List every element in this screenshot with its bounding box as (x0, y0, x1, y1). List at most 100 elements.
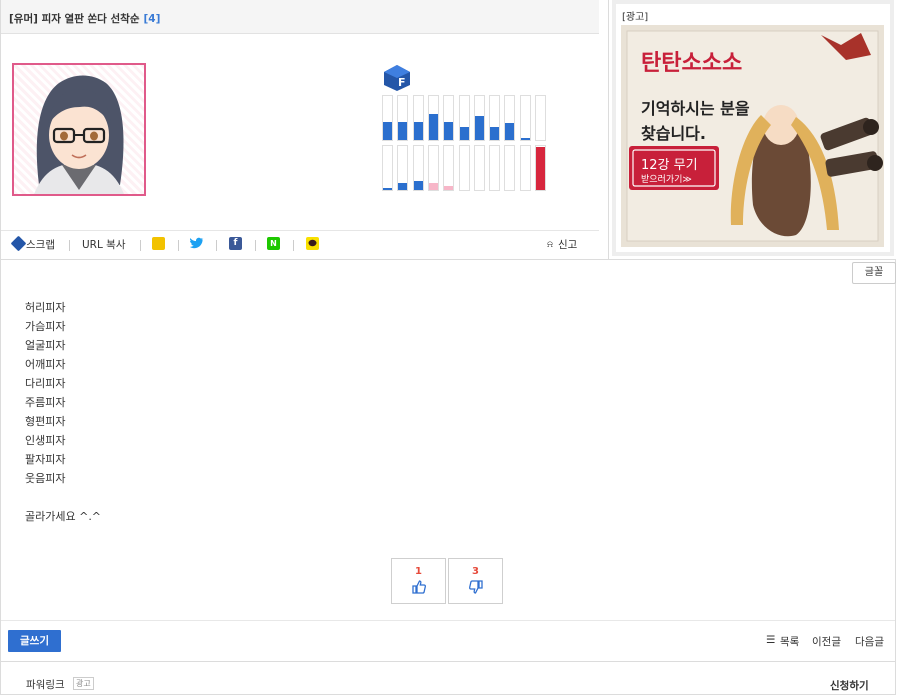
stat-bar-bottom (519, 145, 531, 191)
stat-bar-bottom (489, 145, 501, 191)
font-button[interactable]: 글꼴 (852, 262, 896, 284)
stat-bar-top (397, 95, 409, 141)
stat-bar-top (458, 95, 470, 141)
stat-bar-fill (444, 122, 454, 140)
share-bar: 스크랩 URL 복사 f N ⍾ 신고 (1, 230, 599, 258)
author-avatar[interactable] (12, 63, 146, 196)
stat-bar-fill (428, 114, 438, 140)
scrap-icon (10, 235, 27, 252)
body-line: 골라가세요 ^.^ (25, 510, 102, 523)
stat-bar-fill (536, 147, 545, 190)
stat-bar-fill (383, 188, 392, 190)
body-line: 웃음피자 (25, 472, 66, 485)
body-line: 다리피자 (25, 377, 66, 390)
bell-icon: ⍾ (547, 240, 553, 250)
stat-bar-top (519, 95, 531, 141)
title-bar: [유머] 피자 열판 쏜다 선착순 [4] (1, 0, 599, 34)
scrap-button[interactable]: 스크랩 (26, 238, 55, 252)
body-line: 허리피자 (25, 301, 66, 314)
body-line: 가슴피자 (25, 320, 66, 333)
upvote-button[interactable]: 1 (391, 558, 446, 604)
stat-bar-top (382, 95, 393, 141)
kakaotalk-icon[interactable] (306, 237, 319, 250)
powerlink-ad-badge: 광고 (73, 677, 94, 690)
facebook-icon[interactable]: f (229, 237, 242, 250)
stat-bar-fill (459, 127, 469, 140)
twitter-icon[interactable] (189, 237, 204, 250)
stat-bar-bottom (458, 145, 470, 191)
stat-bar-top (443, 95, 455, 141)
ad-headline: 탄탄소소소 (641, 51, 743, 76)
comment-count[interactable]: [4] (143, 13, 160, 25)
list-button[interactable]: 목록 (780, 634, 799, 649)
body-line-blank (25, 488, 101, 507)
author-stats-chart (382, 95, 546, 193)
downvote-button[interactable]: 3 (448, 558, 503, 604)
divider (293, 240, 294, 251)
write-button[interactable]: 글쓰기 (8, 630, 61, 652)
apply-link[interactable]: 신청하기 (830, 678, 869, 693)
body-line: 팔자피자 (25, 453, 66, 466)
stat-bar-bottom (397, 145, 409, 191)
stat-bar-top (489, 95, 501, 141)
body-line: 형편피자 (25, 415, 66, 428)
url-copy-button[interactable]: URL 복사 (82, 238, 126, 252)
body-line: 주름피자 (25, 396, 66, 409)
ad-label: [광고] (622, 12, 649, 23)
article-title-text: [유머] 피자 열판 쏜다 선착순 (9, 13, 140, 25)
thumbs-down-icon (468, 579, 484, 595)
downvote-count: 3 (472, 566, 479, 577)
stat-bar-bottom (412, 145, 424, 191)
divider (140, 240, 141, 251)
body-line: 인생피자 (25, 434, 66, 447)
body-line: 어깨피자 (25, 358, 66, 371)
stat-bar-top (412, 95, 424, 141)
stat-bar-fill (413, 122, 423, 140)
content-panel: 글꼴 허리피자 가슴피자 얼굴피자 어깨피자 다리피자 주름피자 형편피자 인생… (0, 259, 896, 662)
ad-subtext-line1: 기억하시는 분을 (641, 99, 750, 118)
divider (255, 240, 256, 251)
ad-panel: [광고] 탄탄소소소 기억하시는 분을 찾습니다. 12강 무기 받으러가기≫ (612, 0, 894, 256)
stat-bar-bottom (427, 145, 439, 191)
svg-text:F: F (398, 76, 406, 89)
stat-bar-bottom (443, 145, 455, 191)
ad-banner[interactable]: 탄탄소소소 기억하시는 분을 찾습니다. 12강 무기 받으러가기≫ (621, 25, 884, 247)
divider (178, 240, 179, 251)
anime-girl-avatar-image (34, 75, 124, 194)
stat-bar-fill (444, 186, 454, 190)
blue-cube-f-icon: F (383, 64, 411, 92)
ad-badge-main: 12강 무기 (641, 158, 698, 173)
next-post-button[interactable]: 다음글 (855, 634, 884, 649)
list-icon: ☰ (766, 634, 776, 646)
ad-subtext-line2: 찾습니다. (641, 124, 706, 143)
powerlink-bar: 파워링크 광고 신청하기 (0, 662, 896, 695)
stat-bar-top (535, 95, 546, 141)
report-button[interactable]: 신고 (558, 238, 577, 252)
kakaostory-icon[interactable] (152, 237, 165, 250)
article-body: 허리피자 가슴피자 얼굴피자 어깨피자 다리피자 주름피자 형편피자 인생피자 … (25, 298, 101, 526)
stat-bar-bottom (473, 145, 485, 191)
stat-bar-fill (383, 122, 392, 140)
ad-badge-sub: 받으러가기≫ (641, 175, 692, 185)
stat-bar-bottom (535, 145, 546, 191)
thumbs-up-icon (411, 579, 427, 595)
upvote-count: 1 (415, 566, 422, 577)
article-title: [유머] 피자 열판 쏜다 선착순 [4] (9, 11, 160, 26)
prev-post-button[interactable]: 이전글 (812, 634, 841, 649)
stat-bar-fill (520, 138, 530, 140)
stat-bar-top (504, 95, 516, 141)
naver-icon[interactable]: N (267, 237, 280, 250)
stat-bar-fill (413, 181, 423, 190)
stat-bar-top (473, 95, 485, 141)
article-panel: [유머] 피자 열판 쏜다 선착순 [4] F 스크랩 URL 복사 f N ⍾… (0, 0, 609, 260)
stat-bar-bottom (504, 145, 516, 191)
stat-bar-fill (398, 122, 408, 140)
stat-bar-bottom (382, 145, 393, 191)
stat-bar-fill (505, 123, 515, 140)
stat-bar-fill (490, 127, 500, 140)
body-line: 얼굴피자 (25, 339, 66, 352)
stat-bar-fill (398, 183, 408, 190)
divider (216, 240, 217, 251)
stat-bar-fill (428, 183, 438, 190)
powerlink-title: 파워링크 (26, 679, 65, 691)
